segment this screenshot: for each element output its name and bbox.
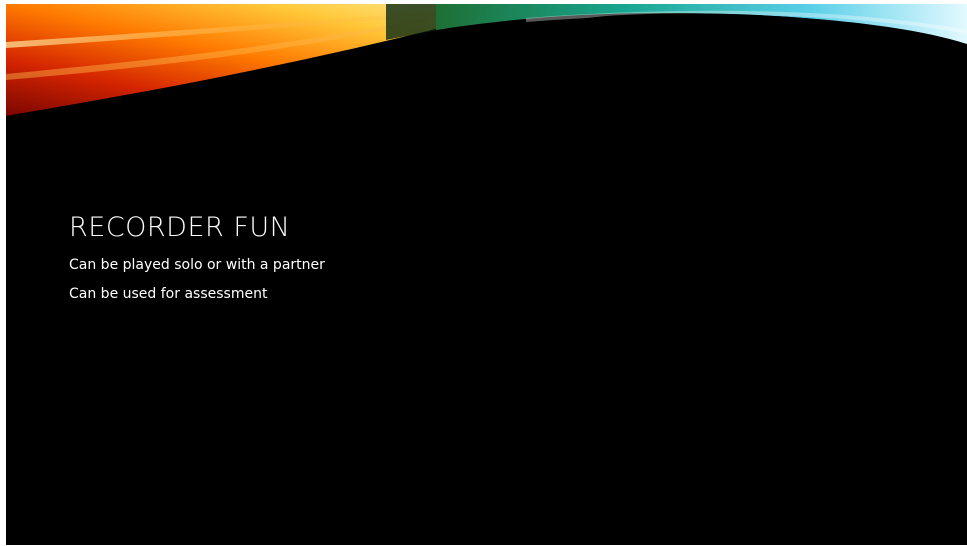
slide: RECORDER FUN Can be played solo or with … (6, 4, 967, 545)
bullet-text: Can be used for assessment (69, 286, 268, 302)
bullet-text: Can be played solo or with a partner (69, 257, 325, 273)
slide-title: RECORDER FUN (69, 212, 291, 243)
decorative-wave-banner (6, 4, 967, 134)
